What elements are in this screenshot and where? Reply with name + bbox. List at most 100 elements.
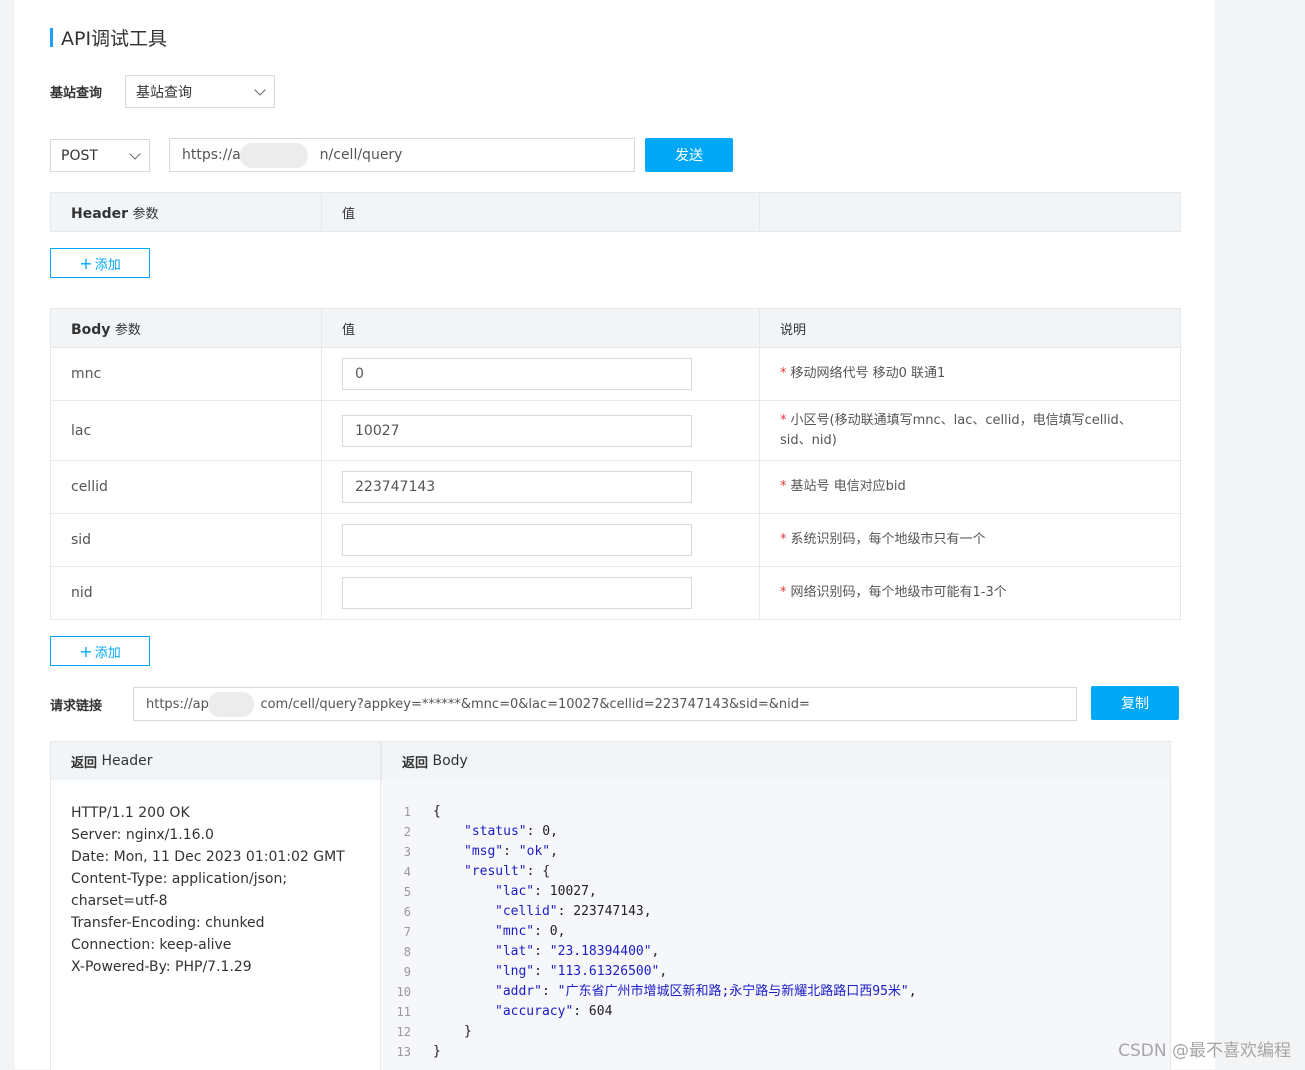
page-title: API调试工具 — [50, 24, 167, 50]
plus-icon: + — [79, 641, 93, 661]
code-text: "lng": "113.61326500", — [495, 964, 668, 979]
response-header-text: HTTP/1.1 200 OK Server: nginx/1.16.0 Date:… — [71, 802, 345, 978]
header-line: Server: nginx/1.16.0 — [71, 827, 214, 843]
code-line: 3 "msg": "ok", — [381, 842, 917, 862]
line-number: 13 — [396, 1045, 411, 1059]
param-note: * 系统识别码，每个地级市只有一个 — [780, 532, 986, 547]
line-number: 7 — [403, 925, 411, 939]
response-body-panel: 1{2 "status": 0, 3 "msg": "ok", 4 "result": {… — [381, 780, 1171, 1070]
watermark: CSDN @最不喜欢编程 — [1118, 1041, 1291, 1061]
code-text: "lat": "23.18394400", — [495, 944, 660, 959]
header-line: HTTP/1.1 200 OK — [71, 805, 190, 821]
code-line: 1{ — [381, 802, 917, 822]
code-text: "mnc": 0, — [495, 924, 566, 939]
code-line: 10 "addr": "广东省广州市增城区新和路;永宁路与新耀北路路口西95米", — [381, 982, 917, 1002]
line-number: 1 — [403, 805, 411, 819]
cellid-input[interactable]: 223747143 — [342, 471, 692, 503]
add-header-button[interactable]: + 添加 — [50, 248, 150, 278]
query-type-select[interactable]: 基站查询 — [125, 75, 275, 108]
body-value-column: 值 — [321, 308, 760, 348]
response-header-panel: HTTP/1.1 200 OK Server: nginx/1.16.0 Date:… — [50, 780, 381, 1070]
header-empty-column — [759, 192, 1181, 232]
code-text: } — [433, 1044, 441, 1059]
code-line: 11 "accuracy": 604 — [381, 1002, 917, 1022]
send-button[interactable]: 发送 — [645, 138, 733, 172]
line-number: 9 — [403, 965, 411, 979]
header-line: Date: Mon, 11 Dec 2023 01:01:02 GMT — [71, 849, 345, 865]
param-note: * 移动网络代号 移动0 联通1 — [780, 366, 946, 381]
query-type-label: 基站查询 — [50, 86, 103, 101]
header-value-column: 值 — [321, 192, 760, 232]
chevron-down-icon — [129, 147, 141, 160]
lac-input[interactable]: 10027 — [342, 414, 692, 447]
code-line: 7 "mnc": 0, — [381, 922, 917, 942]
line-number: 6 — [403, 905, 411, 919]
page-title-text: API调试工具 — [61, 27, 168, 50]
param-name: lac — [50, 400, 322, 461]
code-line: 4 "result": { — [381, 862, 917, 882]
body-param-column: Body 参数 — [50, 308, 322, 348]
code-line: 13} — [381, 1042, 917, 1062]
copy-button[interactable]: 复制 — [1091, 686, 1179, 720]
line-number: 5 — [403, 885, 411, 899]
code-text: "lac": 10027, — [495, 884, 597, 899]
code-text: "status": 0, — [464, 824, 558, 839]
header-line: Connection: keep-alive — [71, 937, 232, 953]
line-number: 8 — [403, 945, 411, 959]
table-row: lac 10027 * 小区号(移动联通填写mnc、lac、cellid，电信填写… — [50, 400, 1181, 461]
table-row: mnc 0 * 移动网络代号 移动0 联通1 — [50, 347, 1181, 401]
url-suffix-text: n/cell/query — [319, 147, 403, 163]
param-note: * 网络识别码，每个地级市可能有1-3个 — [780, 585, 1007, 600]
line-number: 4 — [403, 865, 411, 879]
code-line: 12} — [381, 1022, 917, 1042]
line-number: 11 — [396, 1005, 411, 1019]
param-note: * 小区号(移动联通填写mnc、lac、cellid，电信填写cellid、sid… — [780, 412, 1132, 448]
code-line: 5 "lac": 10027, — [381, 882, 917, 902]
response-body-title: 返回 Body — [381, 741, 1171, 781]
request-link-input[interactable]: https://api com/cell/query?appkey=******&… — [133, 687, 1077, 721]
param-name: nid — [50, 566, 322, 620]
table-row: nid * 网络识别码，每个地级市可能有1-3个 — [50, 566, 1181, 620]
param-name: mnc — [50, 347, 322, 401]
title-accent-bar — [50, 27, 53, 47]
param-name: cellid — [50, 460, 322, 514]
code-text: "accuracy": 604 — [495, 1004, 613, 1019]
method-value: POST — [61, 147, 98, 164]
code-text: "addr": "广东省广州市增城区新和路;永宁路与新耀北路路口西95米", — [495, 984, 917, 999]
line-number: 3 — [403, 845, 411, 859]
code-line: 8 "lat": "23.18394400", — [381, 942, 917, 962]
nid-input[interactable] — [342, 577, 692, 609]
line-number: 10 — [396, 985, 411, 999]
code-text: "cellid": 223747143, — [495, 904, 652, 919]
param-name: sid — [50, 513, 322, 567]
code-text: "msg": "ok", — [464, 844, 558, 859]
header-line: charset=utf-8 — [71, 893, 168, 909]
code-line: 9 "lng": "113.61326500", — [381, 962, 917, 982]
sid-input[interactable] — [342, 524, 692, 556]
header-param-column: Header 参数 — [50, 192, 322, 232]
code-text: { — [433, 804, 441, 819]
plus-icon: + — [79, 253, 93, 273]
table-row: cellid 223747143 * 基站号 电信对应bid — [50, 460, 1181, 514]
code-line: 2 "status": 0, — [381, 822, 917, 842]
method-select[interactable]: POST — [50, 139, 150, 172]
header-params-table: Header 参数 值 — [50, 192, 1181, 232]
body-params-table: Body 参数 值 说明 mnc 0 * 移动网络代号 移动0 联通1 lac 1… — [50, 308, 1181, 620]
request-link-prefix: https://api — [146, 696, 213, 712]
body-desc-column: 说明 — [759, 308, 1181, 348]
request-link-rest: com/cell/query?appkey=******&mnc=0&lac=1… — [260, 696, 810, 712]
query-type-value: 基站查询 — [136, 84, 192, 101]
add-body-button[interactable]: + 添加 — [50, 636, 150, 666]
table-row: sid * 系统识别码，每个地级市只有一个 — [50, 513, 1181, 567]
code-text: } — [464, 1024, 472, 1039]
line-number: 2 — [403, 825, 411, 839]
chevron-down-icon — [254, 83, 266, 96]
redaction-mark — [208, 692, 254, 717]
request-link-label: 请求链接 — [50, 699, 103, 714]
url-input[interactable]: https://ap n/cell/query — [169, 138, 635, 172]
header-line: X-Powered-By: PHP/7.1.29 — [71, 959, 252, 975]
mnc-input[interactable]: 0 — [342, 358, 692, 390]
header-line: Content-Type: application/json; — [71, 871, 288, 887]
code-line: 6 "cellid": 223747143, — [381, 902, 917, 922]
redaction-mark — [240, 143, 308, 168]
